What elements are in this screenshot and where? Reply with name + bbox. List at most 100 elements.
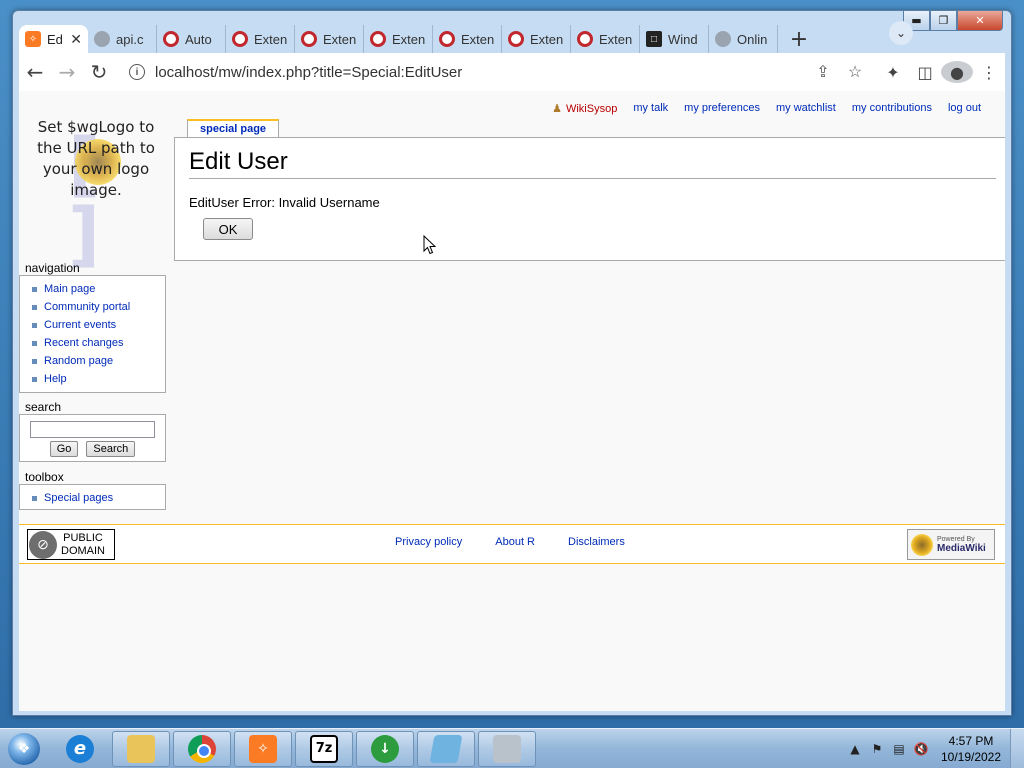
search-portlet: Go Search — [19, 414, 166, 462]
public-domain-badge[interactable]: ⊘ PUBLIC DOMAIN — [27, 529, 115, 560]
browser-window: ▬ ❐ ✕ ✧ Ed ✕ api.c Auto Exten Exten Exte… — [12, 10, 1012, 716]
personal-tools: ♟ WikiSysop my talk my preferences my wat… — [552, 102, 981, 115]
volume-muted-icon[interactable]: 🔇 — [912, 742, 930, 756]
tab-api[interactable]: api.c — [88, 25, 157, 53]
share-icon[interactable]: ⇪ — [807, 62, 839, 82]
forward-button[interactable]: → — [51, 56, 83, 88]
new-tab-button[interactable]: + — [784, 25, 814, 53]
nav-random-page[interactable]: Random page — [20, 352, 165, 370]
user-page-link[interactable]: WikiSysop — [566, 103, 617, 115]
nav-current-events[interactable]: Current events — [20, 316, 165, 334]
tab-label: Exten — [599, 31, 633, 47]
tab-wind[interactable]: □ Wind — [640, 25, 709, 53]
system-tray: ▲ ⚑ ▤ 🔇 4:57 PM 10/19/2022 — [844, 729, 1024, 768]
profile-avatar-icon[interactable]: ● — [941, 61, 973, 83]
site-info-icon[interactable]: i — [129, 64, 145, 80]
browser-toolbar: ← → ↻ i localhost/mw/index.php?title=Spe… — [19, 53, 1005, 91]
powered-by-mediawiki-badge[interactable]: Powered By MediaWiki — [907, 529, 995, 560]
opera-icon — [508, 31, 524, 47]
close-tab-icon[interactable]: ✕ — [70, 31, 82, 48]
taskbar-ie[interactable]: e — [51, 731, 109, 767]
public-domain-text: PUBLIC DOMAIN — [61, 532, 105, 558]
error-message: EditUser Error: Invalid Username — [189, 195, 380, 210]
search-buttons: Go Search — [30, 441, 155, 457]
tab-online[interactable]: Onlin — [709, 25, 778, 53]
reload-button[interactable]: ↻ — [83, 56, 115, 88]
url-text: localhost/mw/index.php?title=Special:Edi… — [155, 63, 463, 81]
nav-community-portal[interactable]: Community portal — [20, 298, 165, 316]
start-button[interactable]: ❖ — [0, 730, 48, 768]
page-viewport: ♟ WikiSysop my talk my preferences my wat… — [19, 91, 1005, 711]
nav-main-page[interactable]: Main page — [20, 280, 165, 298]
show-desktop-button[interactable] — [1010, 729, 1024, 768]
toolbox-portlet: Special pages — [19, 484, 166, 510]
privacy-policy-link[interactable]: Privacy policy — [395, 536, 462, 548]
taskbar-xampp[interactable]: ✧ — [234, 730, 292, 767]
address-bar[interactable]: i localhost/mw/index.php?title=Special:E… — [121, 57, 871, 87]
navigation-heading: navigation — [25, 261, 80, 275]
clock-time: 4:57 PM — [948, 734, 994, 748]
go-button[interactable]: Go — [49, 441, 79, 457]
tab-extension-2[interactable]: Exten — [295, 25, 364, 53]
side-panel-icon[interactable]: ◫ — [909, 63, 941, 82]
taskbar-installer[interactable] — [478, 730, 536, 767]
tab-extension-1[interactable]: Exten — [226, 25, 295, 53]
tab-label: Exten — [323, 31, 357, 47]
clock[interactable]: 4:57 PM 10/19/2022 — [932, 733, 1010, 765]
windows-logo-icon: ❖ — [8, 732, 40, 765]
tab-label: Onlin — [737, 31, 768, 47]
tab-label: Exten — [254, 31, 288, 47]
my-preferences-link[interactable]: my preferences — [684, 102, 760, 115]
tab-edit-user[interactable]: ✧ Ed ✕ — [19, 25, 88, 53]
tab-extension-3[interactable]: Exten — [364, 25, 433, 53]
my-watchlist-link[interactable]: my watchlist — [776, 102, 836, 115]
menu-kebab-icon[interactable]: ⋮ — [973, 63, 1005, 82]
tab-search-button[interactable]: ⌄ — [889, 21, 913, 45]
tab-extension-6[interactable]: Exten — [571, 25, 640, 53]
xampp-icon: ✧ — [25, 31, 41, 47]
network-icon[interactable]: ▤ — [890, 742, 908, 756]
bank-icon: □ — [646, 31, 662, 47]
tab-label: Exten — [530, 31, 564, 47]
tab-auto[interactable]: Auto — [157, 25, 226, 53]
action-center-flag-icon[interactable]: ⚑ — [868, 742, 886, 756]
show-hidden-icons-icon[interactable]: ▲ — [846, 742, 864, 756]
opera-icon — [577, 31, 593, 47]
my-contributions-link[interactable]: my contributions — [852, 102, 932, 115]
logo-text: Set $wgLogo to the URL path to your own … — [37, 118, 155, 199]
search-button[interactable]: Search — [86, 441, 136, 457]
pd-line-2: DOMAIN — [61, 544, 105, 557]
ok-button[interactable]: OK — [203, 218, 253, 240]
log-out-link[interactable]: log out — [948, 102, 981, 115]
extensions-puzzle-icon[interactable]: ✦ — [877, 63, 909, 82]
my-talk-link[interactable]: my talk — [633, 102, 668, 115]
clock-date: 10/19/2022 — [940, 750, 1002, 764]
special-page-tab[interactable]: special page — [187, 119, 280, 137]
tab-extension-5[interactable]: Exten — [502, 25, 571, 53]
disclaimers-link[interactable]: Disclaimers — [568, 536, 625, 548]
tab-extension-4[interactable]: Exten — [433, 25, 502, 53]
search-heading: search — [25, 400, 62, 414]
mw-big-text: MediaWiki — [937, 543, 986, 554]
back-button[interactable]: ← — [19, 56, 51, 88]
7zip-icon: 7z — [310, 734, 338, 763]
taskbar-idm[interactable]: ↓ — [356, 730, 414, 767]
nav-help[interactable]: Help — [20, 370, 165, 388]
about-link[interactable]: About R — [495, 536, 535, 548]
globe-icon — [94, 31, 110, 47]
opera-icon — [439, 31, 455, 47]
taskbar-notepad[interactable] — [417, 730, 475, 767]
internet-explorer-icon: e — [66, 734, 94, 763]
taskbar-chrome[interactable] — [173, 730, 231, 767]
taskbar-explorer[interactable] — [112, 730, 170, 767]
tab-label: Exten — [392, 31, 426, 47]
file-explorer-icon — [127, 734, 155, 763]
taskbar-7zip[interactable]: 7z — [295, 730, 353, 767]
nav-recent-changes[interactable]: Recent changes — [20, 334, 165, 352]
site-logo[interactable]: [ ] Set $wgLogo to the URL path to your … — [31, 117, 161, 269]
toolbox-special-pages[interactable]: Special pages — [20, 489, 165, 507]
search-input[interactable] — [30, 421, 155, 438]
bookmark-star-icon[interactable]: ☆ — [839, 62, 871, 82]
toolbox-heading: toolbox — [25, 470, 64, 484]
tab-label: Auto — [185, 31, 212, 47]
